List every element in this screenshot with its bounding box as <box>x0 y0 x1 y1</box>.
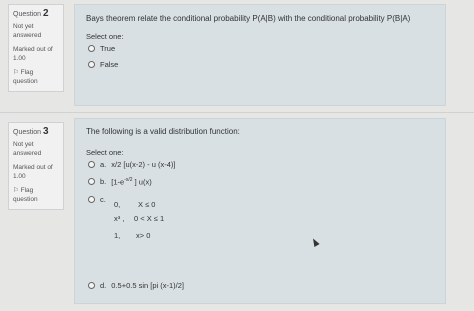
radio-button[interactable] <box>88 196 95 203</box>
q3-option-b[interactable]: b. [1-e-x/2 ] u(x) <box>88 177 152 187</box>
q2-number: Question 2 <box>13 8 49 19</box>
option-letter: d. <box>100 281 107 290</box>
q3-option-d[interactable]: d. 0.5+0.5 sin [pi (x-1)/2] <box>88 281 184 290</box>
q3-status: Not yet answered <box>13 141 42 157</box>
option-c-row-condition: x> 0 <box>136 231 151 240</box>
q2-info-panel: Question 2 Not yet answered Marked out o… <box>8 4 64 92</box>
option-a-text: x/2 [u(x-2) - u (x-4)] <box>111 160 176 169</box>
q3-number: Question 3 <box>13 126 49 137</box>
q3-select-one: Select one: <box>86 148 124 157</box>
q3-marks: Marked out of 1.00 <box>13 164 53 180</box>
q3-content <box>74 118 446 304</box>
radio-button[interactable] <box>88 45 95 52</box>
option-c-row-condition: X ≤ 0 <box>138 200 156 209</box>
q2-select-one: Select one: <box>86 32 124 41</box>
option-c-row-value: 0, <box>114 200 121 209</box>
divider <box>0 112 474 113</box>
radio-button[interactable] <box>88 282 95 289</box>
radio-button[interactable] <box>88 161 95 168</box>
option-d-text: 0.5+0.5 sin [pi (x-1)/2] <box>111 281 185 290</box>
radio-button[interactable] <box>88 61 95 68</box>
q2-option-false[interactable]: False <box>88 60 118 69</box>
q3-question-text: The following is a valid distribution fu… <box>86 127 240 136</box>
option-c-row-value: x³ , <box>114 214 125 223</box>
option-b-text: [1-e-x/2 ] u(x) <box>111 177 152 187</box>
option-letter: b. <box>100 177 107 187</box>
option-letter: c. <box>100 195 106 204</box>
q2-question-text: Bays theorem relate the conditional prob… <box>86 14 411 23</box>
radio-button[interactable] <box>88 178 95 186</box>
q3-option-a[interactable]: a. x/2 [u(x-2) - u (x-4)] <box>88 160 175 169</box>
option-c-row-condition: 0 < X ≤ 1 <box>134 214 165 223</box>
q2-status: Not yet answered <box>13 23 42 39</box>
flag-icon: ⚐ <box>13 187 19 194</box>
flag-icon: ⚐ <box>13 69 19 76</box>
option-letter: a. <box>100 160 107 169</box>
option-c-row-value: 1, <box>114 231 121 240</box>
q2-marks: Marked out of 1.00 <box>13 46 53 62</box>
q2-option-true[interactable]: True <box>88 44 115 53</box>
q3-option-c[interactable]: c. <box>88 195 111 204</box>
q2-flag-link[interactable]: ⚐ Flag question <box>13 68 59 86</box>
q3-info-panel: Question 3 Not yet answered Marked out o… <box>8 122 64 210</box>
q3-flag-link[interactable]: ⚐ Flag question <box>13 186 59 204</box>
